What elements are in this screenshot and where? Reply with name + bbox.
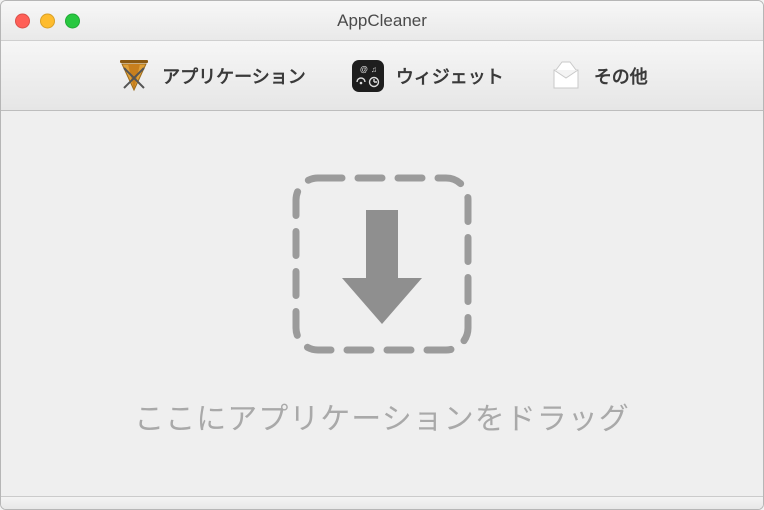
widgets-icon: @ ♫ [350,58,386,94]
tab-label: その他 [594,63,648,89]
drop-hint: ここにアプリケーションをドラッグ [134,394,629,438]
close-icon[interactable] [15,13,30,28]
toolbar: アプリケーション @ ♫ ウィジェット [1,41,763,111]
tab-label: ウィジェット [396,63,504,89]
maximize-icon[interactable] [65,13,80,28]
traffic-lights [15,13,80,28]
drop-target-icon [288,170,476,358]
app-window: AppCleaner アプリケーション @ ♫ [0,0,764,510]
tab-label: アプリケーション [162,63,306,89]
svg-text:♫: ♫ [371,65,377,74]
tab-widgets[interactable]: @ ♫ ウィジェット [350,58,504,94]
drop-area[interactable]: ここにアプリケーションをドラッグ [1,111,763,497]
others-icon [548,58,584,94]
titlebar[interactable]: AppCleaner [1,1,763,41]
minimize-icon[interactable] [40,13,55,28]
footer [1,497,763,509]
tab-applications[interactable]: アプリケーション [116,58,306,94]
svg-text:@: @ [360,65,368,74]
window-title: AppCleaner [1,11,763,31]
applications-icon [116,58,152,94]
tab-others[interactable]: その他 [548,58,648,94]
